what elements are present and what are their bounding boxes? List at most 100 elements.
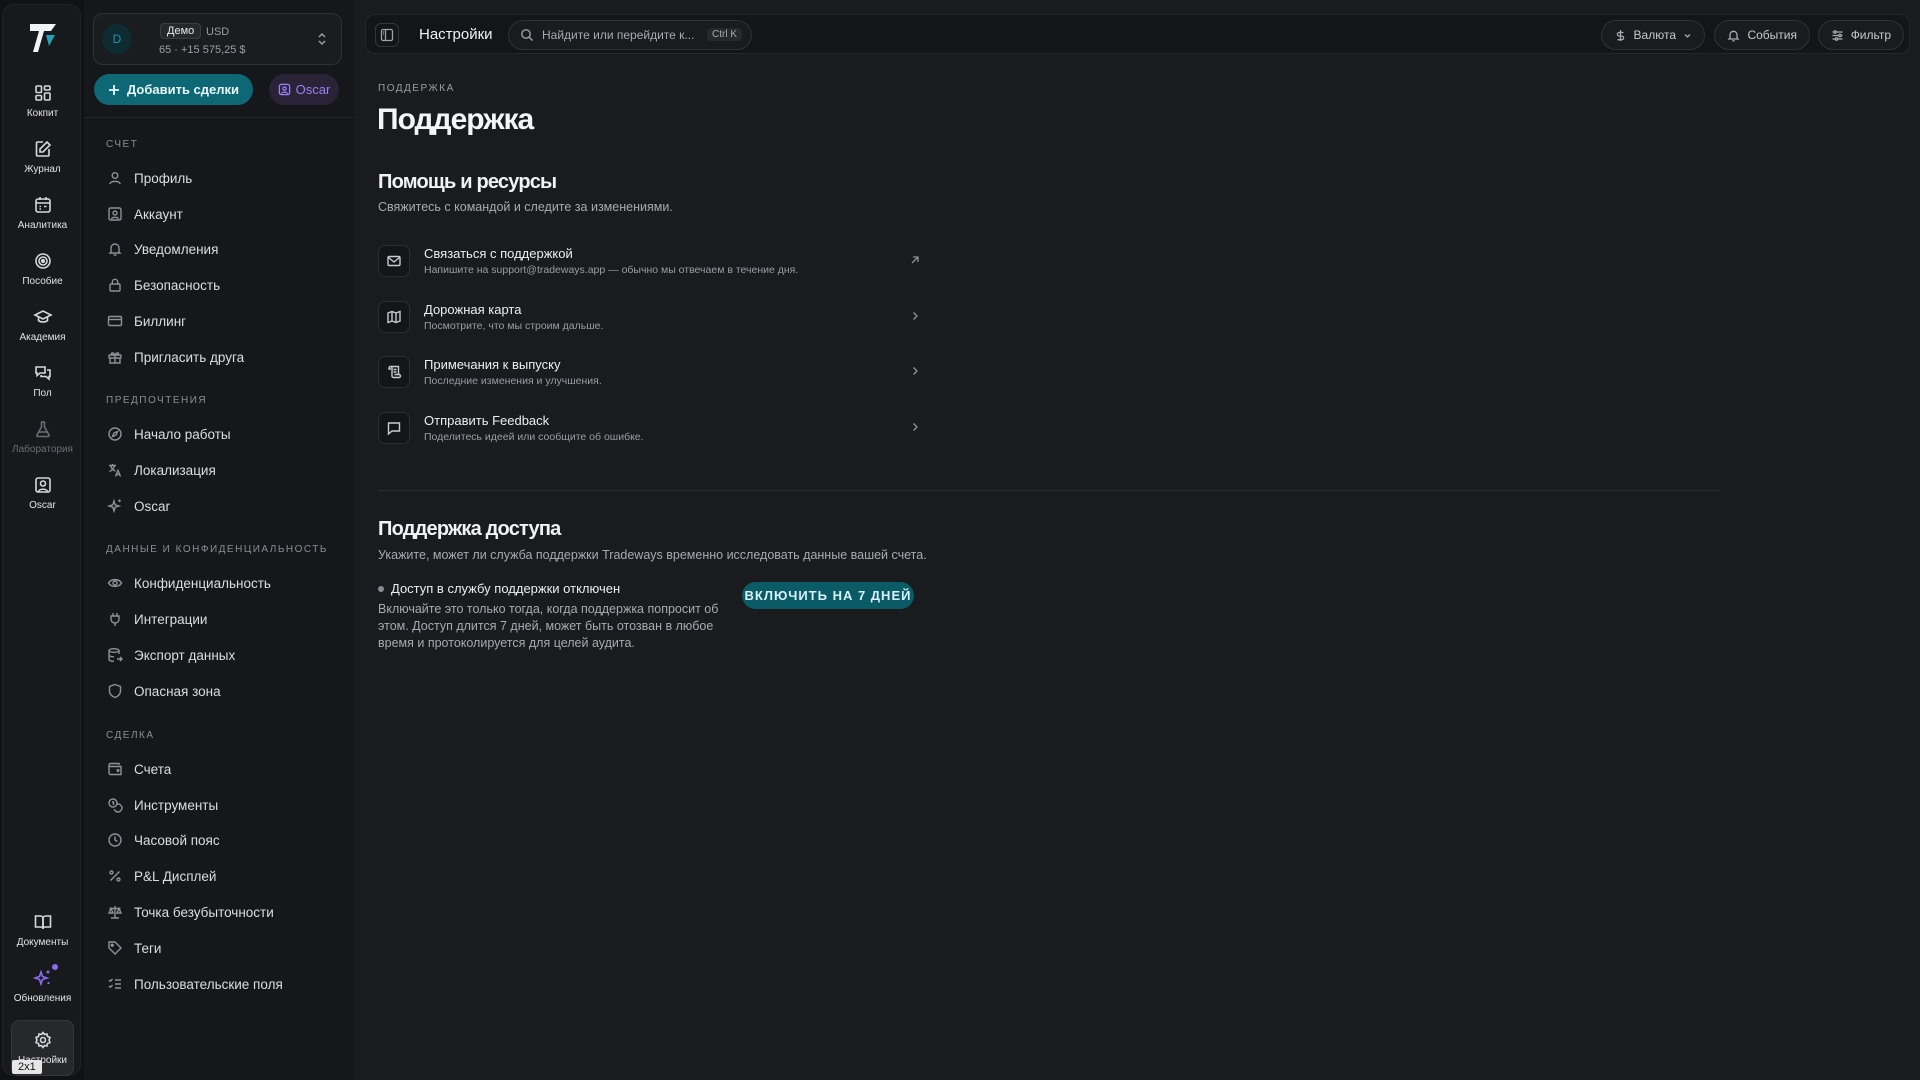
nav-item-breakeven[interactable]: Точка безубыточности bbox=[98, 897, 341, 927]
nav-item-label: Пригласить друга bbox=[134, 349, 245, 365]
chat-icon bbox=[33, 363, 53, 383]
oscar-button[interactable]: Oscar bbox=[269, 74, 339, 105]
nav-item-danger-zone[interactable]: Опасная зона bbox=[98, 676, 341, 706]
nav-item-privacy[interactable]: Конфиденциальность bbox=[98, 568, 341, 598]
rail-item-cockpit[interactable]: Кокпит bbox=[3, 83, 82, 137]
page-header-title: Настройки bbox=[419, 26, 493, 43]
enable-access-button[interactable]: ВКЛЮЧИТЬ НА 7 ДНЕЙ bbox=[742, 582, 914, 609]
access-section-title: Поддержка доступа bbox=[378, 518, 561, 540]
filter-button[interactable]: Фильтр bbox=[1817, 20, 1904, 50]
nav-item-invite[interactable]: Пригласить друга bbox=[98, 342, 341, 372]
rail-item-analytics[interactable]: Аналитика bbox=[3, 195, 82, 249]
tag-icon bbox=[107, 940, 123, 956]
contact-support-link[interactable]: Связаться с поддержкой Напишите на suppo… bbox=[378, 238, 922, 284]
rail-item-manual[interactable]: Пособие bbox=[3, 251, 82, 305]
page-title: Поддержка bbox=[377, 103, 534, 136]
chevron-up-down-icon bbox=[316, 32, 328, 46]
gear-icon bbox=[33, 1030, 53, 1050]
nav-item-tags[interactable]: Теги bbox=[98, 933, 341, 963]
nav-item-label: Уведомления bbox=[134, 241, 219, 257]
nav-item-notifications[interactable]: Уведомления bbox=[98, 234, 341, 264]
percent-icon bbox=[107, 868, 123, 884]
search-placeholder: Найдите или перейдите к... bbox=[542, 28, 695, 42]
search-shortcut-hint: Ctrl K bbox=[707, 28, 742, 41]
bell-icon bbox=[1727, 29, 1741, 42]
graduation-cap-icon bbox=[32, 307, 53, 327]
nav-item-label: Интеграции bbox=[134, 611, 208, 627]
nav-item-label: Часовой пояс bbox=[134, 832, 220, 848]
rail-item-docs[interactable]: Документы bbox=[3, 912, 82, 966]
avatar: D bbox=[102, 24, 132, 54]
rail-label: Кокпит bbox=[26, 108, 59, 119]
grid-icon bbox=[33, 83, 53, 103]
rail-item-floor[interactable]: Пол bbox=[3, 363, 82, 417]
sidebar-toggle-button[interactable] bbox=[375, 23, 399, 47]
access-section-subtitle: Укажите, может ли служба поддержки Trade… bbox=[378, 548, 927, 562]
rail-label: Лаборатория bbox=[12, 444, 73, 455]
plus-icon bbox=[108, 84, 120, 96]
dollar-icon bbox=[1614, 29, 1627, 42]
resource-title: Отправить Feedback bbox=[424, 413, 550, 428]
sparkles-icon bbox=[32, 968, 53, 988]
send-feedback-link[interactable]: Отправить Feedback Поделитесь идеей или … bbox=[378, 405, 922, 451]
resource-title: Связаться с поддержкой bbox=[424, 246, 573, 261]
rail-item-updates[interactable]: Обновления bbox=[3, 964, 82, 1022]
database-export-icon bbox=[107, 647, 123, 663]
oscar-icon bbox=[33, 475, 53, 495]
sparkle-icon bbox=[107, 498, 123, 514]
list-checks-icon bbox=[107, 976, 123, 992]
rail-item-journal[interactable]: Журнал bbox=[3, 139, 82, 193]
currency-dropdown[interactable]: Валюта bbox=[1600, 20, 1705, 50]
nav-item-profile[interactable]: Профиль bbox=[98, 163, 341, 193]
nav-item-localization[interactable]: Локализация bbox=[98, 455, 341, 485]
nav-item-accounts[interactable]: Счета bbox=[98, 754, 341, 784]
section-heading-preferences: Предпочтения bbox=[106, 395, 208, 406]
add-trades-button[interactable]: Добавить сделки bbox=[94, 74, 253, 105]
nav-item-label: Экспорт данных bbox=[134, 647, 236, 663]
oscar-label: Oscar bbox=[295, 82, 331, 97]
search-input[interactable]: Найдите или перейдите к... Ctrl K bbox=[508, 20, 752, 50]
rail-label: Обновления bbox=[13, 993, 72, 1004]
section-heading-account: Счет bbox=[106, 139, 139, 150]
nav-item-export-data[interactable]: Экспорт данных bbox=[98, 640, 341, 670]
resource-description: Последние изменения и улучшения. bbox=[424, 375, 602, 387]
release-notes-link[interactable]: Примечания к выпуску Последние изменения… bbox=[378, 349, 922, 395]
rail-item-oscar[interactable]: Oscar bbox=[3, 475, 82, 529]
nav-item-custom-fields[interactable]: Пользовательские поля bbox=[98, 969, 341, 999]
lock-icon bbox=[107, 277, 123, 293]
rail-item-academy[interactable]: Академия bbox=[3, 307, 82, 361]
help-section-title: Помощь и ресурсы bbox=[378, 171, 557, 193]
translate-icon bbox=[107, 462, 123, 478]
external-link-icon bbox=[908, 253, 922, 267]
nav-item-integrations[interactable]: Интеграции bbox=[98, 604, 341, 634]
sliders-icon bbox=[1831, 29, 1844, 42]
main-content: Настройки Найдите или перейдите к... Ctr… bbox=[354, 0, 1920, 1080]
tradeways-logo-icon[interactable] bbox=[27, 21, 59, 55]
resource-description: Посмотрите, что мы строим дальше. bbox=[424, 320, 604, 332]
rail-label: Oscar bbox=[29, 500, 56, 511]
events-button[interactable]: События bbox=[1714, 20, 1810, 50]
account-switcher[interactable]: D Демо USD 65 · +15 575,25 $ bbox=[93, 13, 342, 65]
nav-item-label: Инструменты bbox=[134, 797, 219, 813]
nav-item-instruments[interactable]: Инструменты bbox=[98, 790, 341, 820]
icon-rail: Кокпит Журнал Аналитика Пособие Академия… bbox=[2, 4, 81, 1076]
nav-item-account[interactable]: Аккаунт bbox=[98, 199, 341, 229]
scroll-icon bbox=[378, 356, 410, 388]
roadmap-link[interactable]: Дорожная карта Посмотрите, что мы строим… bbox=[378, 294, 922, 340]
status-text: Доступ в службу поддержки отключен bbox=[391, 581, 621, 596]
nav-item-billing[interactable]: Биллинг bbox=[98, 306, 341, 336]
bell-icon bbox=[107, 241, 123, 257]
coins-icon bbox=[107, 797, 123, 813]
events-label: События bbox=[1747, 28, 1797, 42]
top-bar: Настройки Найдите или перейдите к... Ctr… bbox=[365, 14, 1910, 54]
nav-item-oscar-settings[interactable]: Oscar bbox=[98, 491, 341, 521]
nav-item-security[interactable]: Безопасность bbox=[98, 270, 341, 300]
sidebar-divider bbox=[84, 117, 354, 118]
calendar-icon bbox=[33, 195, 53, 215]
nav-item-getting-started[interactable]: Начало работы bbox=[98, 419, 341, 449]
nav-item-timezone[interactable]: Часовой пояс bbox=[98, 825, 341, 855]
settings-sidebar: D Демо USD 65 · +15 575,25 $ Добавить сд… bbox=[84, 0, 354, 1080]
nav-item-pl-display[interactable]: P&L Дисплей bbox=[98, 861, 341, 891]
rail-item-lab[interactable]: Лаборатория bbox=[3, 419, 82, 473]
nav-item-label: Безопасность bbox=[134, 277, 221, 293]
